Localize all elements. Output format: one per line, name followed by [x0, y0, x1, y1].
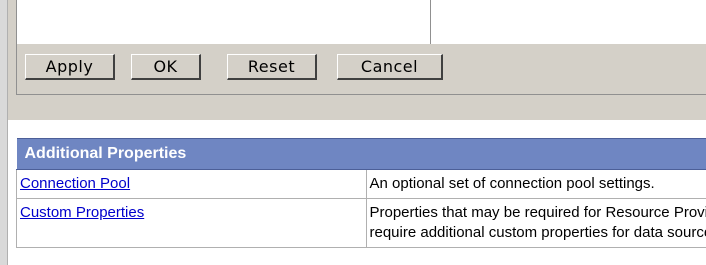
property-description-cell: Properties that may be required for Reso… [366, 198, 706, 248]
page: Apply OK Reset Cancel Additional Propert… [0, 0, 706, 265]
custom-properties-description-line-2: require additional custom properties for… [369, 224, 706, 241]
form-column-divider [430, 0, 431, 44]
ok-button[interactable]: OK [131, 54, 201, 80]
connection-pool-link[interactable]: Connection Pool [20, 175, 130, 192]
additional-properties-header-row: Additional Properties [16, 138, 706, 170]
table-row: Connection Pool An optional set of conne… [16, 169, 706, 199]
form-fields-area [16, 0, 706, 45]
button-bar: Apply OK Reset Cancel [16, 44, 706, 95]
additional-properties-header: Additional Properties [16, 138, 706, 170]
additional-properties-table: Additional Properties Connection Pool An… [16, 138, 706, 248]
custom-properties-link[interactable]: Custom Properties [20, 204, 144, 221]
property-description-cell: An optional set of connection pool setti… [366, 169, 706, 199]
apply-button[interactable]: Apply [25, 54, 115, 80]
custom-properties-description-line-1: Properties that may be required for Reso… [369, 204, 706, 221]
table-row: Custom Properties Properties that may be… [16, 198, 706, 248]
property-name-cell: Custom Properties [16, 198, 367, 248]
connection-pool-description: An optional set of connection pool setti… [369, 175, 655, 192]
cancel-button[interactable]: Cancel [337, 54, 443, 80]
reset-button[interactable]: Reset [227, 54, 317, 80]
property-name-cell: Connection Pool [16, 169, 367, 199]
